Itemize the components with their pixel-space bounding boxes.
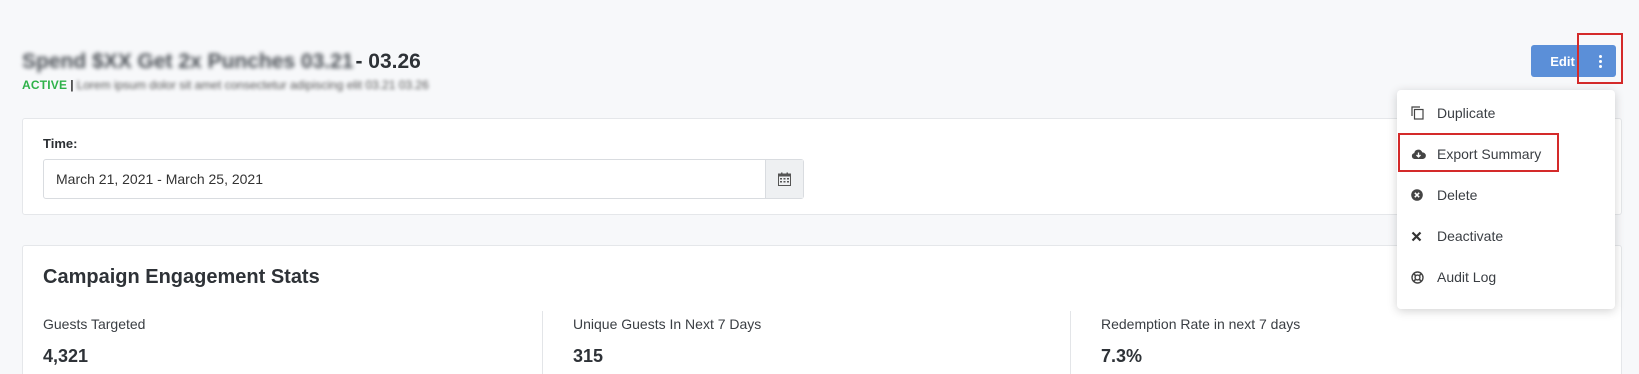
menu-item-label: Audit Log — [1437, 269, 1497, 285]
menu-item-label: Deactivate — [1437, 228, 1504, 244]
menu-item-delete[interactable]: Delete — [1397, 177, 1615, 213]
time-filter-card: Time: — [22, 118, 1622, 215]
page-title: Spend $XX Get 2x Punches 03.21 - 03.26 — [22, 50, 429, 74]
date-range-field[interactable] — [43, 159, 804, 199]
calendar-button[interactable] — [765, 160, 803, 198]
stat-label: Unique Guests In Next 7 Days — [573, 316, 762, 332]
stat-value: 4,321 — [43, 346, 89, 366]
stat-label: Redemption Rate in next 7 days — [1101, 316, 1301, 332]
export-summary-highlight — [1398, 133, 1559, 172]
stat-value: 7.3% — [1101, 346, 1143, 366]
life-ring-icon — [1411, 270, 1429, 284]
menu-item-duplicate[interactable]: Duplicate — [1397, 95, 1615, 131]
date-range-input[interactable] — [44, 160, 765, 198]
subtitle-details-blurred: Lorem ipsum dolor sit amet consectetur a… — [76, 78, 429, 92]
subtitle-separator: | — [70, 78, 74, 92]
menu-item-label: Duplicate — [1437, 105, 1496, 121]
page-title-tail: - 03.26 — [355, 50, 421, 73]
stat-guests-targeted: Guests Targeted 4,321 — [43, 311, 543, 374]
status-badge: ACTIVE — [22, 78, 68, 92]
engagement-stats-card: Campaign Engagement Stats Guests Targete… — [22, 245, 1622, 374]
time-label: Time: — [43, 136, 78, 151]
x-icon — [1411, 231, 1429, 242]
calendar-icon — [778, 172, 791, 186]
menu-item-audit-log[interactable]: Audit Log — [1397, 259, 1615, 295]
page-subtitle: ACTIVE | Lorem ipsum dolor sit amet cons… — [22, 78, 429, 92]
menu-item-deactivate[interactable]: Deactivate — [1397, 218, 1615, 254]
stat-label: Guests Targeted — [43, 316, 146, 332]
stat-value: 315 — [573, 346, 604, 366]
stat-unique-guests: Unique Guests In Next 7 Days 315 — [542, 311, 1042, 374]
page-title-blurred: Spend $XX Get 2x Punches 03.21 — [22, 50, 354, 73]
circle-x-icon — [1411, 189, 1429, 201]
copy-icon — [1411, 106, 1429, 120]
stat-redemption-rate: Redemption Rate in next 7 days 7.3% — [1070, 311, 1570, 374]
more-options-menu: Duplicate Export Summary Delete Deactiva… — [1397, 90, 1615, 309]
more-button-highlight — [1577, 33, 1623, 84]
menu-item-label: Delete — [1437, 187, 1478, 203]
stats-title: Campaign Engagement Stats — [43, 266, 320, 288]
page-header: Spend $XX Get 2x Punches 03.21 - 03.26 A… — [22, 50, 429, 92]
